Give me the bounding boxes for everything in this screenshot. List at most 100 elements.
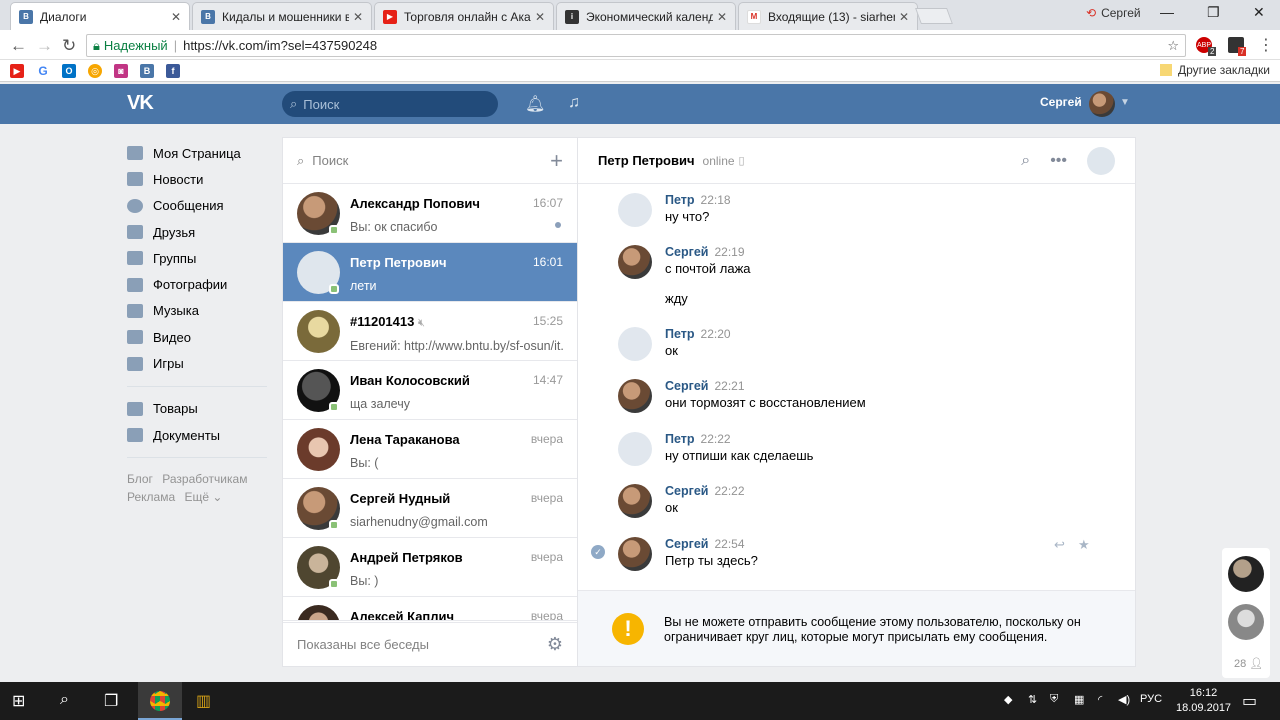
chrome-taskbar-button[interactable] bbox=[138, 682, 182, 720]
ok-icon[interactable]: ◎ bbox=[88, 64, 102, 78]
tab-youtube[interactable]: ▶ Торговля онлайн с Ака ✕ bbox=[374, 2, 554, 30]
language-indicator[interactable]: РУС bbox=[1140, 693, 1162, 705]
bell-icon[interactable]: 🔔︎ bbox=[525, 94, 545, 114]
reply-icon[interactable]: ↩ bbox=[1054, 537, 1065, 553]
menu-item-friends[interactable]: Друзья bbox=[127, 219, 267, 245]
avatar[interactable] bbox=[1228, 556, 1264, 592]
adblock-badge: 2 bbox=[1208, 47, 1217, 56]
menu-item-groups[interactable]: Группы bbox=[127, 245, 267, 271]
task-view-icon[interactable]: ❐ bbox=[104, 691, 118, 711]
new-tab-button[interactable] bbox=[915, 8, 953, 24]
tray-icon[interactable]: ◆ bbox=[1004, 693, 1012, 706]
app-icon[interactable]: ▥ bbox=[196, 691, 211, 711]
message-author[interactable]: Петр bbox=[665, 432, 695, 446]
tray-icon[interactable]: ▦ bbox=[1074, 693, 1084, 706]
avatar[interactable] bbox=[1089, 91, 1115, 117]
youtube-icon[interactable]: ▶ bbox=[10, 64, 24, 78]
check-icon[interactable]: ✓ bbox=[591, 545, 605, 559]
close-icon[interactable]: ✕ bbox=[535, 10, 545, 24]
network-icon[interactable]: ⇅ bbox=[1028, 693, 1037, 706]
tab-gmail[interactable]: M Входящие (13) - siarhen ✕ bbox=[738, 2, 918, 30]
reload-icon[interactable]: ↻ bbox=[62, 36, 76, 56]
facebook-icon[interactable]: f bbox=[166, 64, 180, 78]
window-close-icon[interactable]: ✕ bbox=[1253, 4, 1265, 21]
message-author[interactable]: Петр bbox=[665, 193, 695, 207]
url-field[interactable]: 🔒︎ Надежный | https://vk.com/im?sel=4375… bbox=[86, 34, 1186, 57]
menu-item-news[interactable]: Новости bbox=[127, 166, 267, 192]
outlook-icon[interactable]: O bbox=[62, 64, 76, 78]
shield-icon[interactable]: ⛨ bbox=[1050, 693, 1058, 706]
wifi-icon[interactable]: ◜ bbox=[1098, 693, 1102, 706]
notification-icon[interactable]: ▭ bbox=[1242, 691, 1257, 711]
tab-investing[interactable]: i Экономический календ ✕ bbox=[556, 2, 736, 30]
avatar bbox=[618, 379, 652, 413]
vk-icon[interactable]: B bbox=[140, 64, 154, 78]
close-icon[interactable]: ✕ bbox=[353, 10, 363, 24]
google-icon[interactable]: G bbox=[36, 64, 50, 78]
restore-icon[interactable]: ❐ bbox=[1207, 4, 1220, 21]
list-item[interactable]: Иван Колосовский ща залечу 14:47 bbox=[283, 361, 577, 420]
search-icon[interactable]: ⌕ bbox=[60, 691, 69, 709]
vk-search-input[interactable]: ⌕ Поиск bbox=[282, 91, 498, 117]
list-item[interactable]: Петр Петрович лети 16:01 bbox=[283, 243, 577, 302]
forward-icon[interactable]: → bbox=[36, 36, 53, 56]
other-bookmarks[interactable]: Другие закладки bbox=[1160, 63, 1270, 77]
footer-link-ads[interactable]: Реклама bbox=[127, 490, 175, 504]
close-icon[interactable]: ✕ bbox=[171, 10, 181, 24]
vk-logo[interactable]: VK bbox=[127, 92, 154, 115]
tab-dialogs[interactable]: B Диалоги ✕ bbox=[10, 2, 190, 30]
menu-item-documents[interactable]: Документы bbox=[127, 422, 267, 448]
menu-item-my-page[interactable]: Моя Страница bbox=[127, 140, 267, 166]
back-icon[interactable]: ← bbox=[10, 36, 27, 56]
windows-start-icon[interactable]: ⊞ bbox=[12, 691, 25, 711]
chat-peer-name[interactable]: Петр Петрович bbox=[598, 153, 695, 168]
menu-item-messages[interactable]: Сообщения bbox=[127, 193, 267, 219]
dialogs-search-input[interactable]: ⌕ Поиск + bbox=[283, 138, 577, 184]
chevron-down-icon[interactable]: ▼ bbox=[1120, 97, 1130, 108]
search-icon[interactable]: ⌕ bbox=[1021, 152, 1030, 170]
mobile-icon: ▯ bbox=[738, 155, 745, 167]
footer-link-dev[interactable]: Разработчикам bbox=[162, 472, 247, 486]
list-item[interactable]: Сергей Нудный siarhenudny@gmail.com вчер… bbox=[283, 479, 577, 538]
star-icon[interactable]: ★ bbox=[1078, 537, 1090, 553]
message-author[interactable]: Сергей bbox=[665, 484, 708, 498]
message-author[interactable]: Сергей bbox=[665, 537, 708, 551]
star-icon[interactable]: ☆ bbox=[1167, 38, 1179, 54]
menu-item-games[interactable]: Игры bbox=[127, 350, 267, 376]
close-icon[interactable]: ✕ bbox=[717, 10, 727, 24]
menu-item-video[interactable]: Видео bbox=[127, 324, 267, 350]
list-item[interactable]: Александр Попович Вы: ок спасибо 16:07 bbox=[283, 184, 577, 243]
music-icon[interactable]: ♫ bbox=[568, 94, 580, 112]
clock[interactable]: 16:12 18.09.2017 bbox=[1176, 686, 1231, 716]
chat-panel: Петр Петрович online ▯ ⌕ ••• Петр 22:18 н… bbox=[578, 137, 1136, 667]
camera-icon[interactable] bbox=[1087, 146, 1115, 175]
menu-item-music[interactable]: Музыка bbox=[127, 298, 267, 324]
message-author[interactable]: Сергей bbox=[665, 245, 708, 259]
gamepad-icon bbox=[127, 356, 143, 371]
avatar bbox=[297, 605, 340, 620]
message-author[interactable]: Петр bbox=[665, 327, 695, 341]
friends-online-count[interactable]: 28 👤︎ bbox=[1234, 657, 1263, 670]
header-user-name[interactable]: Сергей bbox=[1040, 95, 1082, 109]
avatar[interactable] bbox=[1228, 604, 1264, 640]
minimize-icon[interactable]: — bbox=[1160, 4, 1174, 20]
footer-link-more[interactable]: Ещё bbox=[184, 490, 209, 504]
list-item[interactable]: #11201413 🔇︎ Евгений: http://www.bntu.by… bbox=[283, 302, 577, 361]
list-item[interactable]: Алексей Каплич вчера bbox=[283, 597, 577, 621]
gear-icon[interactable]: ⚙ bbox=[547, 634, 563, 655]
browser-profile[interactable]: ⟲ Сергей bbox=[1086, 6, 1141, 20]
instagram-icon[interactable]: ◙ bbox=[114, 64, 128, 78]
menu-item-market[interactable]: Товары bbox=[127, 396, 267, 422]
menu-kebab-icon[interactable]: ⋮ bbox=[1258, 35, 1274, 55]
list-item[interactable]: Андрей Петряков Вы: ) вчера bbox=[283, 538, 577, 597]
more-icon[interactable]: ••• bbox=[1050, 152, 1067, 170]
message-author[interactable]: Сергей bbox=[665, 379, 708, 393]
tab-kidaly[interactable]: B Кидалы и мошенники в ✕ bbox=[192, 2, 372, 30]
menu-item-photos[interactable]: Фотографии bbox=[127, 271, 267, 297]
list-item[interactable]: Лена Тараканова Вы: ( вчера bbox=[283, 420, 577, 479]
volume-icon[interactable]: ◀︎) bbox=[1118, 693, 1130, 706]
close-icon[interactable]: ✕ bbox=[899, 10, 909, 24]
new-chat-icon[interactable]: + bbox=[550, 148, 563, 174]
folder-icon bbox=[1160, 64, 1172, 76]
footer-link-blog[interactable]: Блог bbox=[127, 472, 153, 486]
